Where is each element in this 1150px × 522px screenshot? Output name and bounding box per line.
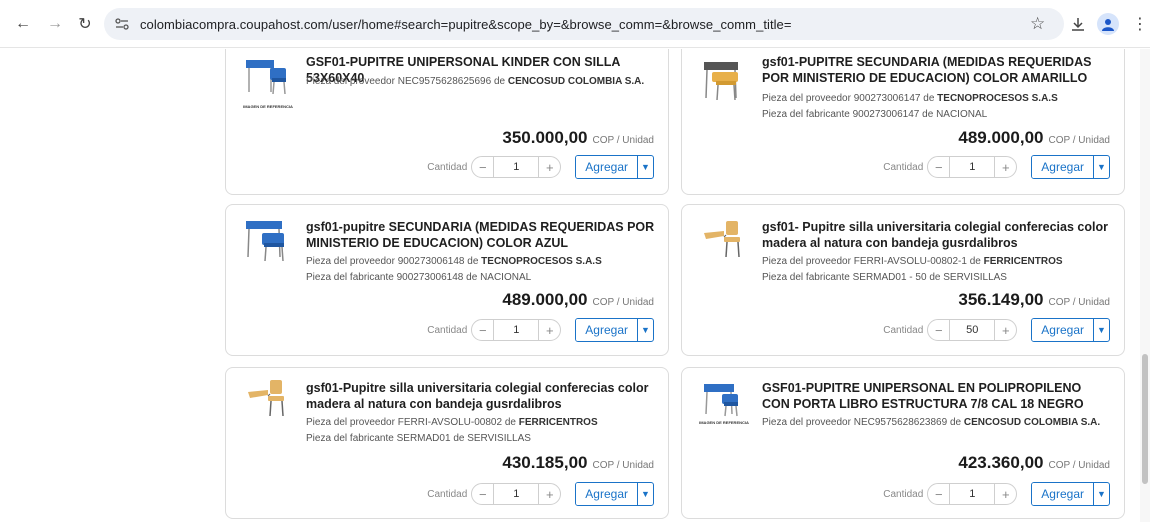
chevron-down-icon[interactable]: ▼ — [637, 319, 653, 341]
product-title[interactable]: gsf01-Pupitre silla universitaria colegi… — [306, 380, 656, 412]
add-to-cart-controls: Cantidad − + Agregar ▼ — [883, 155, 1110, 179]
add-button[interactable]: Agregar — [576, 483, 637, 505]
site-settings-icon[interactable] — [112, 14, 132, 34]
manufacturer-part: Pieza del fabricante 900273006147 de NAC… — [762, 109, 988, 120]
product-image[interactable]: IMAGEN DE REFERENCIA — [696, 378, 752, 440]
add-button-group: Agregar ▼ — [575, 155, 654, 179]
product-image[interactable] — [696, 217, 752, 279]
price: 356.149,00 COP / Unidad — [958, 290, 1110, 309]
reference-image-caption: IMAGEN DE REFERENCIA — [699, 420, 749, 425]
browser-toolbar: ← → ↻ colombiacompra.coupahost.com/user/… — [0, 0, 1150, 48]
product-card: gsf01-Pupitre silla universitaria colegi… — [225, 367, 669, 519]
increase-quantity-button[interactable]: + — [994, 484, 1016, 504]
chevron-down-icon[interactable]: ▼ — [1093, 156, 1109, 178]
chevron-down-icon[interactable]: ▼ — [1093, 319, 1109, 341]
supplier-part: Pieza del proveedor FERRI-AVSOLU-00802-1… — [762, 256, 1063, 267]
back-arrow-icon[interactable]: ← — [12, 13, 34, 35]
decrease-quantity-button[interactable]: − — [928, 484, 951, 504]
supplier-part: Pieza del proveedor 900273006148 de TECN… — [306, 256, 602, 267]
product-card: gsf01-pupitre SECUNDARIA (MEDIDAS REQUER… — [225, 204, 669, 356]
quantity-stepper: − + — [927, 483, 1018, 505]
quantity-input[interactable] — [494, 320, 539, 340]
decrease-quantity-button[interactable]: − — [928, 320, 951, 340]
quantity-input[interactable] — [950, 320, 995, 340]
product-card: gsf01- Pupitre silla universitaria coleg… — [681, 204, 1125, 356]
manufacturer-part: Pieza del fabricante SERMAD01 - 50 de SE… — [762, 272, 1007, 283]
quantity-stepper: − + — [471, 319, 562, 341]
add-to-cart-controls: Cantidad − + Agregar ▼ — [427, 482, 654, 506]
product-title[interactable]: gsf01-pupitre SECUNDARIA (MEDIDAS REQUER… — [306, 219, 656, 251]
add-to-cart-controls: Cantidad − + Agregar ▼ — [427, 155, 654, 179]
increase-quantity-button[interactable]: + — [538, 484, 560, 504]
add-to-cart-controls: Cantidad − + Agregar ▼ — [883, 482, 1110, 506]
profile-avatar-icon[interactable] — [1097, 13, 1119, 35]
add-button-group: Agregar ▼ — [575, 482, 654, 506]
address-bar[interactable]: colombiacompra.coupahost.com/user/home#s… — [104, 8, 1064, 40]
price: 489.000,00 COP / Unidad — [958, 128, 1110, 147]
quantity-input[interactable] — [950, 157, 995, 177]
increase-quantity-button[interactable]: + — [994, 157, 1016, 177]
increase-quantity-button[interactable]: + — [538, 157, 560, 177]
product-title[interactable]: gsf01-PUPITRE SECUNDARIA (MEDIDAS REQUER… — [762, 54, 1112, 86]
quantity-stepper: − + — [471, 156, 562, 178]
quantity-input[interactable] — [494, 157, 539, 177]
quantity-input[interactable] — [494, 484, 539, 504]
reference-image-caption: IMAGEN DE REFERENCIA — [243, 104, 293, 109]
product-image[interactable] — [240, 376, 296, 438]
price: 430.185,00 COP / Unidad — [502, 453, 654, 472]
add-button-group: Agregar ▼ — [1031, 318, 1110, 342]
decrease-quantity-button[interactable]: − — [472, 484, 495, 504]
product-card: IMAGEN DE REFERENCIA GSF01-PUPITRE UNIPE… — [225, 49, 669, 195]
product-card: gsf01-PUPITRE SECUNDARIA (MEDIDAS REQUER… — [681, 49, 1125, 195]
bookmark-star-icon[interactable]: ☆ — [1030, 14, 1045, 34]
increase-quantity-button[interactable]: + — [994, 320, 1016, 340]
manufacturer-part: Pieza del fabricante 900273006148 de NAC… — [306, 272, 532, 283]
decrease-quantity-button[interactable]: − — [928, 157, 951, 177]
quantity-stepper: − + — [927, 156, 1018, 178]
add-button[interactable]: Agregar — [576, 319, 637, 341]
add-button[interactable]: Agregar — [1032, 483, 1093, 505]
quantity-stepper: − + — [471, 483, 562, 505]
add-button-group: Agregar ▼ — [1031, 482, 1110, 506]
product-image[interactable] — [240, 213, 296, 275]
add-button[interactable]: Agregar — [1032, 156, 1093, 178]
add-button[interactable]: Agregar — [1032, 319, 1093, 341]
decrease-quantity-button[interactable]: − — [472, 157, 495, 177]
price: 350.000,00 COP / Unidad — [502, 128, 654, 147]
supplier-part: Pieza del proveedor 900273006147 de TECN… — [762, 93, 1058, 104]
download-icon[interactable] — [1066, 12, 1090, 36]
url-text: colombiacompra.coupahost.com/user/home#s… — [140, 16, 792, 32]
product-card: IMAGEN DE REFERENCIA GSF01-PUPITRE UNIPE… — [681, 367, 1125, 519]
supplier-part: Pieza del proveedor NEC9575628623869 de … — [762, 417, 1101, 428]
supplier-part: Pieza del proveedor FERRI-AVSOLU-00802 d… — [306, 417, 598, 428]
price: 489.000,00 COP / Unidad — [502, 290, 654, 309]
chevron-down-icon[interactable]: ▼ — [1093, 483, 1109, 505]
scrollbar-thumb[interactable] — [1142, 354, 1148, 484]
page-scrollbar[interactable] — [1140, 49, 1150, 522]
product-title[interactable]: gsf01- Pupitre silla universitaria coleg… — [762, 219, 1112, 251]
quantity-stepper: − + — [927, 319, 1018, 341]
add-button-group: Agregar ▼ — [575, 318, 654, 342]
chevron-down-icon[interactable]: ▼ — [637, 156, 653, 178]
search-results: IMAGEN DE REFERENCIA GSF01-PUPITRE UNIPE… — [0, 49, 1150, 522]
manufacturer-part: Pieza del fabricante SERMAD01 de SERVISI… — [306, 433, 531, 444]
increase-quantity-button[interactable]: + — [538, 320, 560, 340]
menu-kebab-icon[interactable]: ⋮ — [1128, 12, 1150, 36]
supplier-part: Pieza del proveedor NEC9575628625696 de … — [306, 76, 645, 87]
product-image[interactable] — [696, 54, 752, 116]
decrease-quantity-button[interactable]: − — [472, 320, 495, 340]
chevron-down-icon[interactable]: ▼ — [637, 483, 653, 505]
forward-arrow-icon[interactable]: → — [44, 13, 66, 35]
add-button[interactable]: Agregar — [576, 156, 637, 178]
product-image[interactable]: IMAGEN DE REFERENCIA — [240, 54, 296, 116]
product-title[interactable]: GSF01-PUPITRE UNIPERSONAL EN POLIPROPILE… — [762, 380, 1112, 412]
price: 423.360,00 COP / Unidad — [958, 453, 1110, 472]
add-to-cart-controls: Cantidad − + Agregar ▼ — [427, 318, 654, 342]
reload-icon[interactable]: ↻ — [74, 13, 96, 35]
add-to-cart-controls: Cantidad − + Agregar ▼ — [883, 318, 1110, 342]
add-button-group: Agregar ▼ — [1031, 155, 1110, 179]
quantity-input[interactable] — [950, 484, 995, 504]
